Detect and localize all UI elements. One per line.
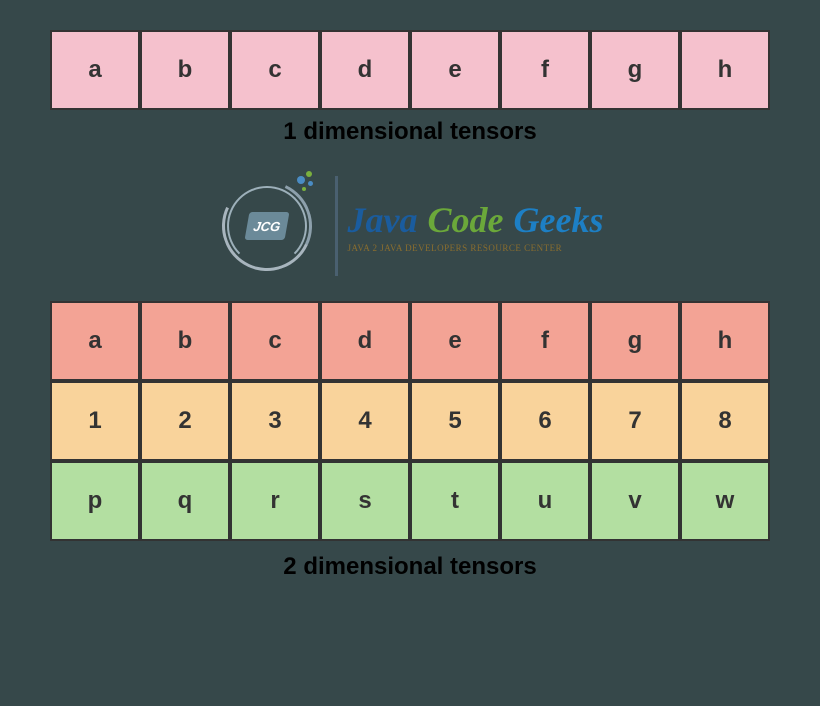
tensor-1d-cell: c xyxy=(230,30,320,110)
tensor-1d-cell: a xyxy=(50,30,140,110)
tensor-2d-cell: p xyxy=(50,461,140,541)
tensor-2d-cell: 8 xyxy=(680,381,770,461)
tensor-2d-cell: 3 xyxy=(230,381,320,461)
tensor-2d-cell: s xyxy=(320,461,410,541)
tensor-1d-cell: e xyxy=(410,30,500,110)
logo-circle-icon: JCG xyxy=(217,176,317,276)
tensor-1d-cell: d xyxy=(320,30,410,110)
tensor-2d-cell: b xyxy=(140,301,230,381)
tensor-2d-cell: 7 xyxy=(590,381,680,461)
logo-container: JCG Java Code Geeks JAVA 2 JAVA DEVELOPE… xyxy=(217,171,604,281)
tensor-2d-cell: 4 xyxy=(320,381,410,461)
tensor-2d-row: a b c d e f g h xyxy=(50,301,770,381)
tensor-2d-cell: d xyxy=(320,301,410,381)
tensor-1d-cell: b xyxy=(140,30,230,110)
tensor-2d-cell: 5 xyxy=(410,381,500,461)
logo-badge: JCG xyxy=(244,212,289,240)
tensor-2d-cell: c xyxy=(230,301,320,381)
logo-dots-icon xyxy=(292,171,322,201)
tensor-2d-cell: e xyxy=(410,301,500,381)
tensor-2d-row: 1 2 3 4 5 6 7 8 xyxy=(50,381,770,461)
tensor-2d-cell: t xyxy=(410,461,500,541)
logo-word-geeks: Geeks xyxy=(514,199,604,241)
tensor-2d-cell: g xyxy=(590,301,680,381)
logo-word-code: Code xyxy=(428,199,504,241)
tensor-2d-cell: 1 xyxy=(50,381,140,461)
tensor-1d-container: a b c d e f g h xyxy=(50,30,770,110)
tensor-1d-cell: g xyxy=(590,30,680,110)
tensor-2d-cell: v xyxy=(590,461,680,541)
logo-word-java: Java xyxy=(348,199,418,241)
tensor-1d-caption: 1 dimensional tensors xyxy=(283,118,536,146)
logo-text: Java Code Geeks JAVA 2 JAVA DEVELOPERS R… xyxy=(348,199,604,253)
tensor-2d-container: a b c d e f g h 1 2 3 4 5 6 7 8 p q r s … xyxy=(50,301,770,541)
tensor-2d-cell: w xyxy=(680,461,770,541)
tensor-2d-cell: h xyxy=(680,301,770,381)
tensor-2d-cell: a xyxy=(50,301,140,381)
tensor-2d-cell: r xyxy=(230,461,320,541)
tensor-2d-cell: f xyxy=(500,301,590,381)
tensor-1d-cell: f xyxy=(500,30,590,110)
tensor-2d-cell: u xyxy=(500,461,590,541)
tensor-2d-cell: 2 xyxy=(140,381,230,461)
logo-subtitle: JAVA 2 JAVA DEVELOPERS RESOURCE CENTER xyxy=(348,243,604,253)
tensor-2d-row: p q r s t u v w xyxy=(50,461,770,541)
tensor-2d-cell: q xyxy=(140,461,230,541)
tensor-2d-caption: 2 dimensional tensors xyxy=(283,553,536,581)
tensor-1d-cell: h xyxy=(680,30,770,110)
logo-divider xyxy=(335,176,338,276)
tensor-2d-cell: 6 xyxy=(500,381,590,461)
logo-title: Java Code Geeks xyxy=(348,199,604,241)
